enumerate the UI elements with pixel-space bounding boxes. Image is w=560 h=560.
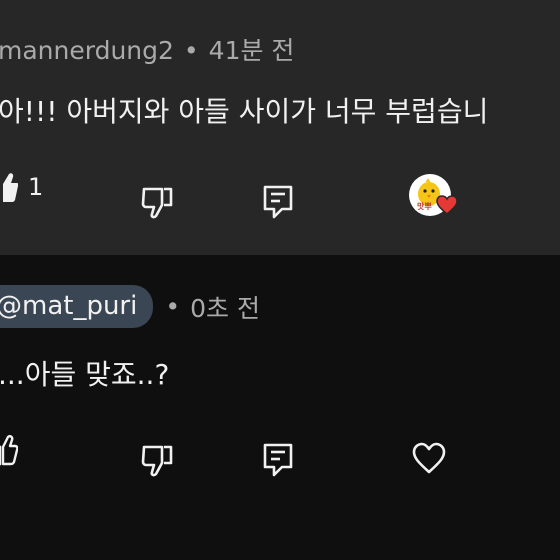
like-button[interactable]: 1: [0, 170, 43, 204]
reply-icon: [263, 443, 293, 477]
meta-separator: •: [165, 292, 181, 321]
comment-time: 0초 전: [190, 293, 260, 323]
reply-icon: [263, 185, 293, 219]
like-count: 1: [28, 173, 44, 201]
thumbs-down-icon: [141, 445, 173, 477]
meta-separator: •: [183, 36, 199, 65]
reply-button[interactable]: [262, 442, 294, 478]
comment-time: 41분 전: [208, 36, 295, 65]
comment-author[interactable]: mannerdung2: [0, 36, 174, 65]
creator-heart-button[interactable]: [411, 441, 447, 475]
comment-meta: mannerdung2 • 41분 전: [0, 31, 294, 67]
dislike-button[interactable]: [140, 443, 174, 477]
thumbs-up-icon: [0, 435, 18, 466]
creator-heart-avatar: 맛뿌: [409, 174, 458, 216]
comment-new: @mat_puri • 0초 전 ...아들 맞죠..?: [0, 255, 560, 560]
comment-highlighted: mannerdung2 • 41분 전 아!!! 아버지와 아들 사이가 너무 부럽…: [0, 0, 560, 255]
comment-text: ...아들 맞죠..?: [0, 358, 170, 391]
thumbs-up-icon: [0, 173, 18, 202]
creator-heart-icon: [436, 195, 458, 215]
dislike-button[interactable]: [140, 185, 174, 219]
heart-outline-icon: [412, 442, 446, 474]
comment-text: 아!!! 아버지와 아들 사이가 너무 부럽습니: [0, 95, 489, 128]
like-button[interactable]: [0, 433, 18, 467]
comment-author-chip[interactable]: @mat_puri: [0, 285, 154, 328]
avatar-label: 맛뿌: [417, 202, 432, 211]
comment-meta: @mat_puri • 0초 전: [0, 285, 260, 328]
reply-button[interactable]: [262, 184, 294, 220]
thumbs-down-icon: [141, 187, 173, 219]
